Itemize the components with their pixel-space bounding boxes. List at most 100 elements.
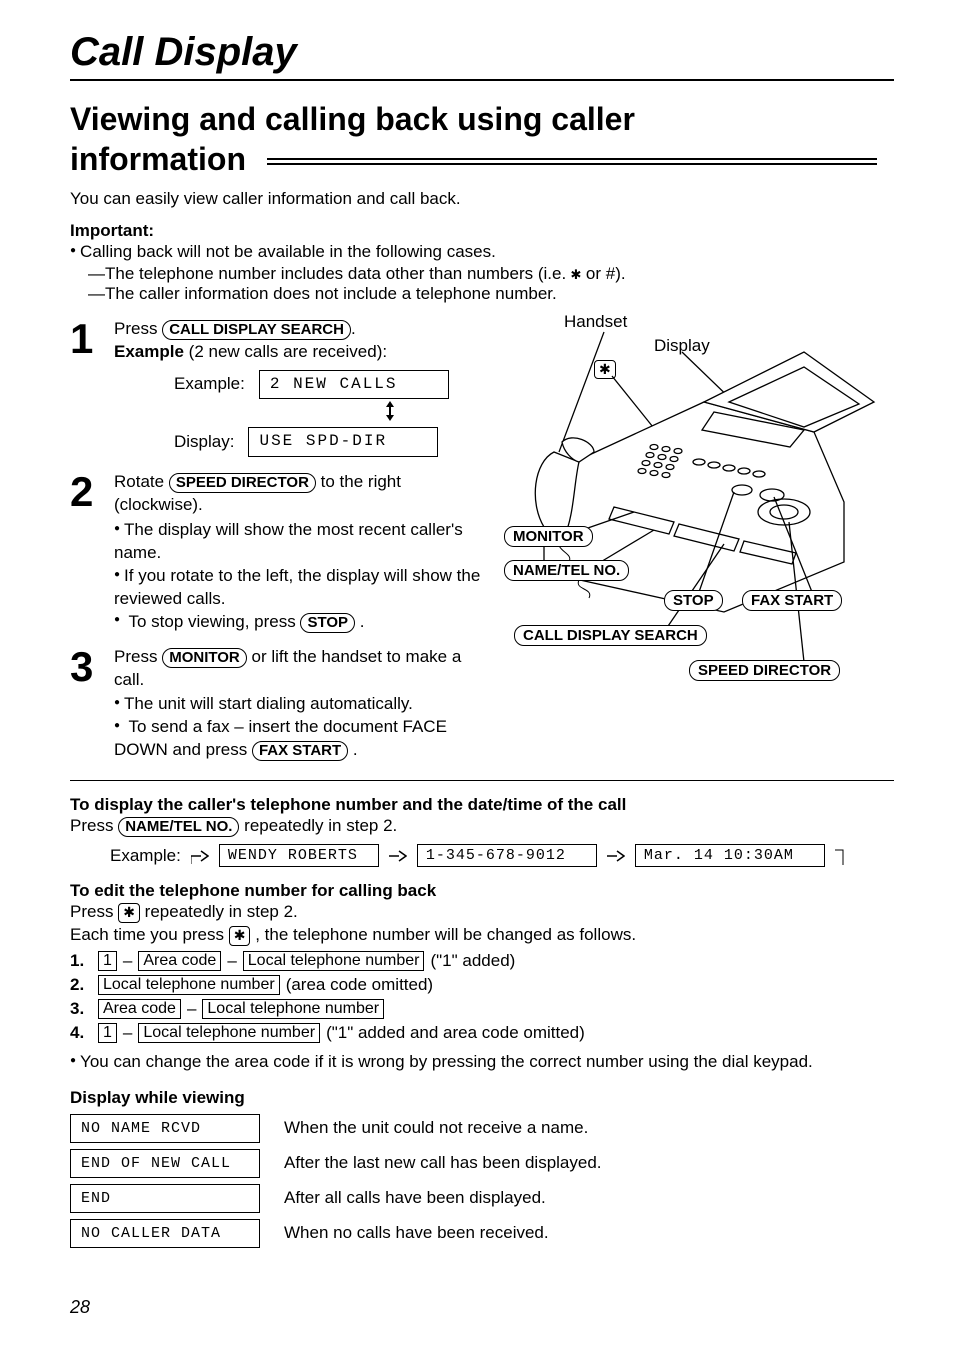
nametel-callout: NAME/TEL NO. — [504, 560, 629, 581]
section-title-text1: Viewing and calling back using caller — [70, 101, 635, 137]
cds-callout: CALL DISPLAY SEARCH — [514, 625, 707, 646]
intro-text: You can easily view caller information a… — [70, 189, 894, 209]
n2: 2. — [70, 975, 92, 995]
handset-label: Handset — [564, 312, 627, 332]
star-key: ✱ — [594, 360, 616, 380]
lcd-datetime: Mar. 14 10:30AM — [635, 844, 825, 867]
edit-line-1: 1. 1 – Area code – Local telephone numbe… — [70, 951, 894, 971]
up-down-arrow — [286, 401, 494, 425]
edit-line-3: 3. Area code – Local telephone number — [70, 999, 894, 1019]
nametel-key: NAME/TEL NO. — [118, 817, 239, 837]
s3b2dot: . — [353, 740, 358, 759]
disp-txt-4: When no calls have been received. — [284, 1222, 549, 1245]
monitor-callout: MONITOR — [504, 526, 593, 547]
lcd-new-calls: 2 NEW CALLS — [259, 370, 449, 400]
step-2-bullet-2: If you rotate to the left, the display w… — [114, 565, 494, 611]
edit-each: Each time you press ✱ , the telephone nu… — [70, 924, 894, 947]
fax-start-key: FAX START — [252, 741, 348, 761]
speed-director-key: SPEED DIRECTOR — [169, 473, 316, 493]
sd-callout: SPEED DIRECTOR — [689, 660, 840, 681]
disp-row-3: END After all calls have been displayed. — [70, 1184, 894, 1213]
edit-press: Press ✱ repeatedly in step 2. — [70, 901, 894, 924]
edit-press-a: Press — [70, 902, 113, 921]
section-title: Viewing and calling back using caller in… — [70, 99, 894, 179]
important-case-2: —The caller information does not include… — [88, 284, 894, 304]
s2b3a: To stop viewing, press — [128, 612, 295, 631]
edit-title: To edit the telephone number for calling… — [70, 881, 894, 901]
edit-number-list: 1. 1 – Area code – Local telephone numbe… — [70, 951, 894, 1043]
call-display-search-key: CALL DISPLAY SEARCH — [162, 320, 351, 340]
monitor-key: MONITOR — [162, 648, 247, 668]
disp-txt-2: After the last new call has been display… — [284, 1152, 602, 1175]
s1-dot: . — [351, 319, 356, 338]
disp-row-4: NO CALLER DATA When no calls have been r… — [70, 1219, 894, 1248]
note2: (area code omitted) — [286, 975, 433, 995]
display-row2-label: Display: — [174, 431, 234, 454]
dash: – — [123, 1023, 132, 1043]
edit-press-b: repeatedly in step 2. — [145, 902, 298, 921]
step-3-bullet-1: The unit will start dialing automaticall… — [114, 693, 494, 716]
boxed-1: 1 — [98, 1023, 117, 1043]
note4: ("1" added and area code omitted) — [326, 1023, 585, 1043]
boxed-areacode: Area code — [138, 951, 221, 971]
example-text: (2 new calls are received): — [189, 342, 387, 361]
dash: – — [227, 951, 236, 971]
page-number: 28 — [70, 1297, 90, 1318]
edit-line-2: 2. Local telephone number (area code omi… — [70, 975, 894, 995]
edit-footer: You can change the area code if it is wr… — [70, 1051, 894, 1074]
arrow-icon — [607, 850, 625, 862]
star-key-edit: ✱ — [118, 903, 140, 923]
step-2-bullet-1: The display will show the most recent ca… — [114, 519, 494, 565]
arrow-icon — [389, 850, 407, 862]
step-2-rotate: Rotate — [114, 472, 164, 491]
chapter-title: Call Display — [70, 30, 894, 81]
step-2-bullet-3: To stop viewing, press STOP . — [114, 611, 494, 634]
seq-example-label: Example: — [110, 846, 181, 866]
n4: 4. — [70, 1023, 92, 1043]
star-key-callout: ✱ — [594, 360, 616, 380]
nametel-title: To display the caller's telephone number… — [70, 795, 894, 815]
disp-box-endnew: END OF NEW CALL — [70, 1149, 260, 1178]
arrow-icon — [191, 848, 209, 864]
nt-press: Press — [70, 816, 113, 835]
important-case-1: —The telephone number includes data othe… — [88, 264, 894, 284]
fax-machine-icon — [504, 312, 894, 672]
nametel-sequence: Example: WENDY ROBERTS 1-345-678-9012 Ma… — [110, 844, 894, 867]
n1: 1. — [70, 951, 92, 971]
step-3-bullet-2: To send a fax – insert the document FACE… — [114, 716, 494, 762]
boxed-ltn: Local telephone number — [98, 975, 280, 995]
important-lead: Calling back will not be available in th… — [70, 241, 894, 264]
disp-txt-3: After all calls have been displayed. — [284, 1187, 546, 1210]
lcd-use-spd-dir: USE SPD-DIR — [248, 427, 438, 457]
stop-callout: STOP — [664, 590, 723, 611]
step-3-number: 3 — [70, 646, 114, 688]
faxstart-callout: FAX START — [742, 590, 842, 611]
important-label: Important: — [70, 221, 894, 241]
edit-each-a: Each time you press — [70, 925, 224, 944]
edit-each-b: , the telephone number will be changed a… — [255, 925, 636, 944]
boxed-ltn: Local telephone number — [243, 951, 425, 971]
step-2-number: 2 — [70, 471, 114, 513]
boxed-areacode: Area code — [98, 999, 181, 1019]
device-illustration-area: Handset Display ✱ — [504, 312, 894, 677]
disp-box-end: END — [70, 1184, 260, 1213]
title-rule — [267, 158, 877, 165]
disp-box-noname: NO NAME RCVD — [70, 1114, 260, 1143]
step-3-a: Press — [114, 647, 157, 666]
disp-box-nodata: NO CALLER DATA — [70, 1219, 260, 1248]
disp-txt-1: When the unit could not receive a name. — [284, 1117, 588, 1140]
section-title-text2: information — [70, 141, 246, 177]
star-key-edit2: ✱ — [229, 926, 251, 946]
example-row1-label: Example: — [174, 373, 245, 396]
boxed-1: 1 — [98, 951, 117, 971]
asterisk-icon: ✱ — [571, 264, 581, 284]
lcd-name: WENDY ROBERTS — [219, 844, 379, 867]
step-3: 3 Press MONITOR or lift the handset to m… — [70, 646, 494, 763]
step-1-number: 1 — [70, 318, 114, 360]
disp-row-1: NO NAME RCVD When the unit could not rec… — [70, 1114, 894, 1143]
step-1-text: Press — [114, 319, 157, 338]
example-label: Example — [114, 342, 184, 361]
disp-row-2: END OF NEW CALL After the last new call … — [70, 1149, 894, 1178]
stop-key: STOP — [300, 613, 355, 633]
important-case-1b: or #). — [586, 264, 626, 283]
